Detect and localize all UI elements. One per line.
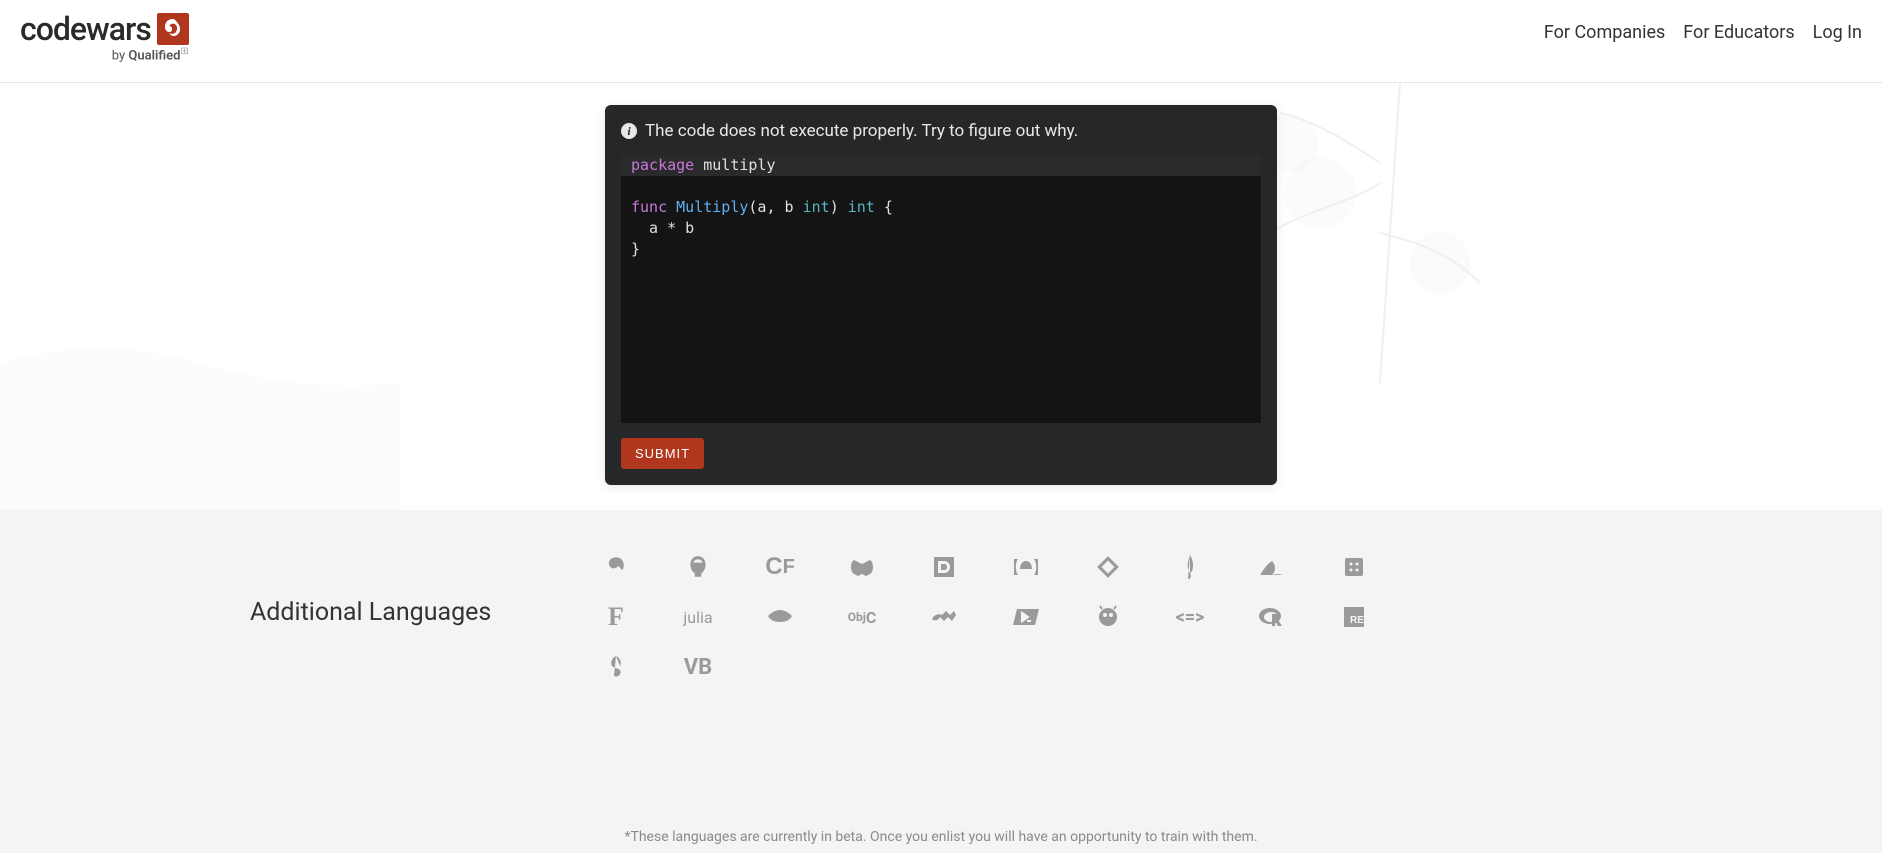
lang-nim-icon[interactable] <box>766 608 794 626</box>
lang-purescript-icon[interactable]: <=> <box>1176 607 1205 628</box>
logo-icon <box>157 13 189 45</box>
logo-text: codewars <box>20 10 151 48</box>
lang-prolog-icon[interactable] <box>1096 605 1120 629</box>
additional-languages-heading: Additional Languages <box>250 598 491 627</box>
languages-section: Additional Languages CF F julia ObjC <=>… <box>0 510 1882 853</box>
lang-factor-icon[interactable] <box>1343 556 1365 578</box>
lang-objc-icon[interactable]: ObjC <box>848 608 877 627</box>
lang-ocaml-icon[interactable] <box>930 607 958 627</box>
lang-cfml-icon[interactable]: CF <box>765 553 795 581</box>
lang-elm-icon[interactable] <box>1258 557 1286 577</box>
lang-fortran-icon[interactable]: F <box>608 602 624 632</box>
header: codewars by Qualified⊞ For Companies For… <box>0 0 1882 83</box>
main-content: i The code does not execute properly. Tr… <box>0 83 1882 510</box>
challenge-card: i The code does not execute properly. Tr… <box>605 105 1277 485</box>
nav-for-educators[interactable]: For Educators <box>1683 22 1794 43</box>
lang-idris-icon[interactable] <box>1180 553 1200 581</box>
instruction-text: The code does not execute properly. Try … <box>645 121 1078 141</box>
lang-commonlisp-icon[interactable] <box>848 556 876 578</box>
lang-brainfuck-icon[interactable] <box>685 554 711 580</box>
nav-log-in[interactable]: Log In <box>1813 22 1862 43</box>
lang-julia-icon[interactable]: julia <box>683 608 712 627</box>
nav-links: For Companies For Educators Log In <box>1544 10 1862 43</box>
code-editor[interactable]: package multiply func Multiply(a, b int)… <box>621 155 1261 423</box>
lang-vb-icon[interactable]: VB <box>684 655 712 680</box>
submit-button[interactable]: SUBMIT <box>621 438 704 469</box>
lang-reason-icon[interactable]: RE <box>1343 606 1365 628</box>
lang-r-icon[interactable] <box>1258 606 1286 628</box>
challenge-instruction: i The code does not execute properly. Tr… <box>621 121 1261 141</box>
logo-tagline: by Qualified⊞ <box>112 46 189 63</box>
lang-d-icon[interactable] <box>932 555 956 579</box>
lang-erlang-icon[interactable] <box>1012 557 1040 577</box>
lang-powershell-icon[interactable] <box>1013 607 1039 627</box>
languages-footnote: *These languages are currently in beta. … <box>624 829 1257 845</box>
info-icon: i <box>621 123 637 139</box>
svg-text:RE: RE <box>1350 615 1364 626</box>
lang-grid: CF F julia ObjC <=> RE VB <box>575 542 1395 692</box>
logo-section[interactable]: codewars by Qualified⊞ <box>20 10 189 63</box>
lang-solidity-icon[interactable] <box>606 654 626 680</box>
lang-haxe-icon[interactable] <box>1095 554 1121 580</box>
lang-agda-icon[interactable] <box>603 554 629 580</box>
nav-for-companies[interactable]: For Companies <box>1544 22 1665 43</box>
